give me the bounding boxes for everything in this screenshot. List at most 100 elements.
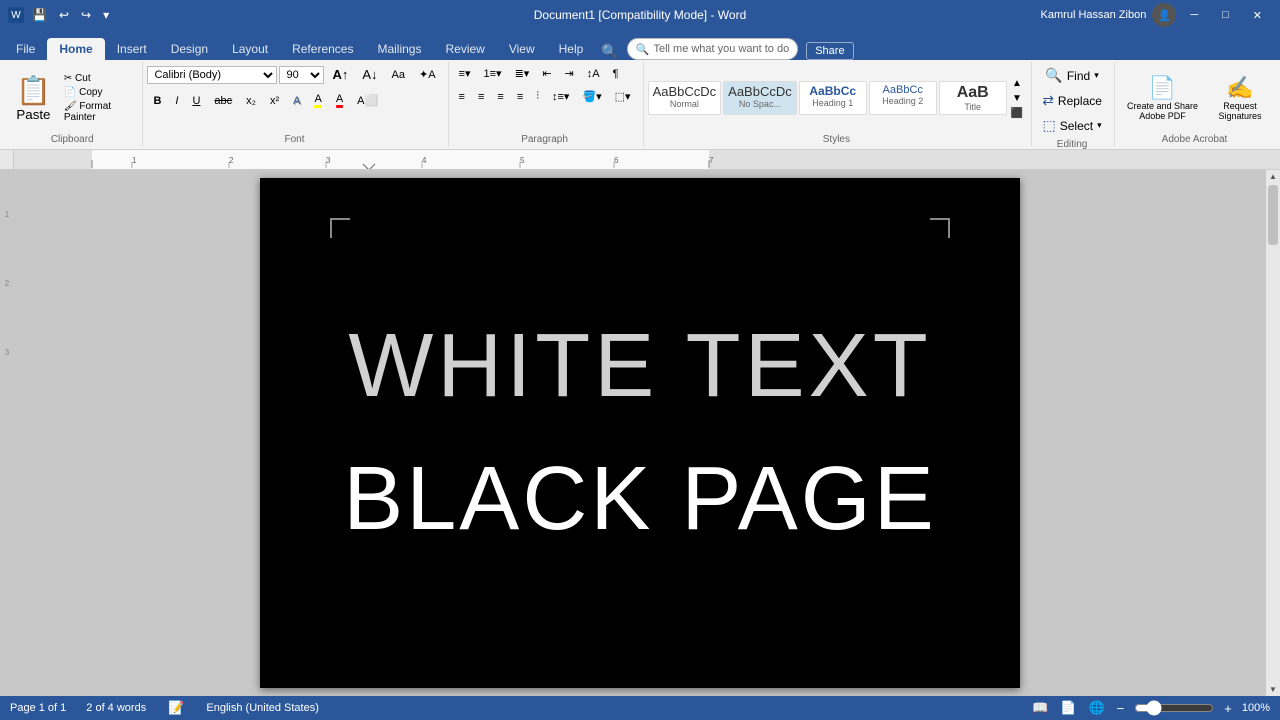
scroll-up-arrow[interactable]: ▲	[1267, 170, 1279, 183]
change-case-button[interactable]: Aa	[386, 66, 411, 84]
paragraph-group: ≡▾ 1≡▾ ≣▾ ⇤ ⇥ ↕A ¶ ≡ ≡ ≡ ≡ ⫶ ↕≡▾ 🪣▾ ⬚▾ P…	[449, 62, 644, 147]
tab-help[interactable]: Help	[547, 38, 596, 60]
save-button[interactable]: 💾	[28, 6, 51, 24]
style-heading1[interactable]: AaBbCc Heading 1	[799, 81, 867, 115]
decrease-font-button[interactable]: A↓	[356, 64, 383, 85]
bold-button[interactable]: B	[147, 92, 167, 110]
document-title: Document1 [Compatibility Mode] - Word	[534, 8, 747, 22]
scroll-area[interactable]: WHITE TEXT BLACK PAGE	[14, 170, 1266, 696]
tab-review[interactable]: Review	[433, 38, 496, 60]
corner-top-right	[930, 218, 950, 238]
quick-access-toolbar: 💾 ↩ ↪ ▾	[28, 6, 113, 24]
tab-insert[interactable]: Insert	[105, 38, 159, 60]
zoom-out-button[interactable]: −	[1115, 699, 1127, 718]
bullets-button[interactable]: ≡▾	[453, 64, 477, 83]
font-color-button[interactable]: A	[330, 90, 349, 111]
maximize-button[interactable]: □	[1212, 5, 1239, 25]
margin-num-3: 3	[5, 348, 9, 357]
sort-button[interactable]: ↕A	[581, 65, 606, 83]
print-view-button[interactable]: 📄	[1058, 698, 1078, 718]
clear-formatting-button[interactable]: ✦A	[413, 65, 442, 84]
close-button[interactable]: ✕	[1243, 5, 1272, 26]
style-normal[interactable]: AaBbCcDc Normal	[648, 81, 722, 115]
highlight-button[interactable]: A	[308, 90, 327, 111]
columns-button[interactable]: ⫶	[530, 87, 545, 106]
redo-button[interactable]: ↪	[77, 6, 95, 24]
cut-button[interactable]: ✂ Cut	[61, 72, 137, 85]
font-label: Font	[147, 132, 441, 145]
share-button[interactable]: Share	[806, 42, 853, 60]
styles-up-button[interactable]: ▲	[1009, 77, 1025, 90]
style-title[interactable]: AaB Title	[939, 81, 1007, 115]
document-page[interactable]: WHITE TEXT BLACK PAGE	[260, 178, 1020, 688]
increase-indent-button[interactable]: ⇥	[559, 64, 580, 83]
create-share-pdf-button[interactable]: 📄 Create and ShareAdobe PDF	[1119, 71, 1206, 125]
scroll-thumb[interactable]	[1268, 185, 1278, 245]
vertical-scrollbar[interactable]: ▲ ▼	[1266, 170, 1280, 696]
svg-text:4: 4	[422, 156, 427, 165]
replace-button[interactable]: ⇄ Replace	[1036, 89, 1108, 112]
scroll-down-arrow[interactable]: ▼	[1267, 683, 1279, 696]
font-name-select[interactable]: Calibri (Body)	[147, 66, 277, 84]
select-button[interactable]: ⬚ Select ▾	[1037, 114, 1108, 137]
paste-button[interactable]: 📋 Paste	[8, 70, 59, 126]
ribbon: 📋 Paste ✂ Cut 📄 Copy 🖌 Format Painter Cl…	[0, 60, 1280, 150]
show-marks-button[interactable]: ¶	[607, 65, 625, 83]
minimize-button[interactable]: ─	[1180, 5, 1208, 25]
search-icon: 🔍	[636, 43, 650, 56]
web-view-button[interactable]: 🌐	[1086, 698, 1106, 718]
underline-button[interactable]: U	[186, 92, 206, 110]
line-spacing-button[interactable]: ↕≡▾	[546, 87, 575, 106]
request-sig-label: RequestSignatures	[1218, 101, 1261, 121]
user-name: Kamrul Hassan Zibon	[1041, 9, 1147, 21]
undo-button[interactable]: ↩	[55, 6, 73, 24]
tab-home[interactable]: Home	[47, 38, 104, 60]
justify-button[interactable]: ≡	[511, 88, 529, 106]
proofing-button[interactable]: 📝	[166, 698, 186, 718]
increase-font-button[interactable]: A↑	[326, 64, 354, 85]
tab-references[interactable]: References	[280, 38, 365, 60]
align-center-button[interactable]: ≡	[472, 88, 490, 106]
document-text-line2[interactable]: BLACK PAGE	[343, 448, 937, 551]
italic-button[interactable]: I	[169, 92, 184, 110]
search-tab-icon[interactable]: 🔍	[595, 43, 624, 60]
svg-text:5: 5	[520, 156, 525, 165]
copy-button[interactable]: 📄 Copy	[61, 86, 137, 99]
borders-button[interactable]: ⬚▾	[609, 87, 637, 106]
paste-icon: 📋	[16, 74, 51, 107]
strikethrough-button[interactable]: abc	[208, 92, 238, 110]
tab-design[interactable]: Design	[159, 38, 220, 60]
status-right: 📖 📄 🌐 − + 100%	[1030, 698, 1270, 718]
find-button[interactable]: 🔍 Find ▾	[1039, 64, 1104, 87]
tab-view[interactable]: View	[497, 38, 547, 60]
numbering-button[interactable]: 1≡▾	[478, 64, 508, 83]
style-heading2[interactable]: AaBbCc Heading 2	[869, 81, 937, 115]
font-group: Calibri (Body) 90 A↑ A↓ Aa ✦A B I U abc …	[143, 62, 448, 147]
styles-label: Styles	[648, 132, 1026, 145]
align-right-button[interactable]: ≡	[491, 88, 509, 106]
style-no-space[interactable]: AaBbCcDc No Spac...	[723, 81, 797, 115]
zoom-slider[interactable]	[1134, 700, 1214, 716]
subscript-button[interactable]: x₂	[240, 92, 262, 110]
multilevel-button[interactable]: ≣▾	[509, 64, 536, 83]
tell-me-input[interactable]: 🔍 Tell me what you want to do	[627, 38, 798, 60]
font-size-select[interactable]: 90	[279, 66, 324, 84]
read-view-button[interactable]: 📖	[1030, 698, 1050, 718]
zoom-in-button[interactable]: +	[1222, 699, 1234, 718]
styles-expand-button[interactable]: ⬛	[1009, 107, 1025, 120]
text-effect-button[interactable]: A	[287, 92, 306, 110]
tab-mailings[interactable]: Mailings	[365, 38, 433, 60]
align-left-button[interactable]: ≡	[453, 88, 471, 106]
tab-file[interactable]: File	[4, 38, 47, 60]
customize-qa-button[interactable]: ▾	[99, 6, 113, 24]
tab-layout[interactable]: Layout	[220, 38, 280, 60]
request-signatures-button[interactable]: ✍ RequestSignatures	[1210, 71, 1270, 125]
styles-content: AaBbCcDc Normal AaBbCcDc No Spac... AaBb…	[648, 64, 1026, 132]
styles-down-button[interactable]: ▼	[1009, 92, 1025, 105]
document-text-line1[interactable]: WHITE TEXT	[348, 315, 931, 418]
format-painter-button[interactable]: 🖌 Format Painter	[61, 100, 137, 124]
decrease-indent-button[interactable]: ⇤	[536, 64, 557, 83]
shading-button[interactable]: 🪣▾	[576, 87, 607, 106]
font-border-button[interactable]: A⬜	[351, 91, 384, 110]
superscript-button[interactable]: x²	[264, 92, 285, 110]
